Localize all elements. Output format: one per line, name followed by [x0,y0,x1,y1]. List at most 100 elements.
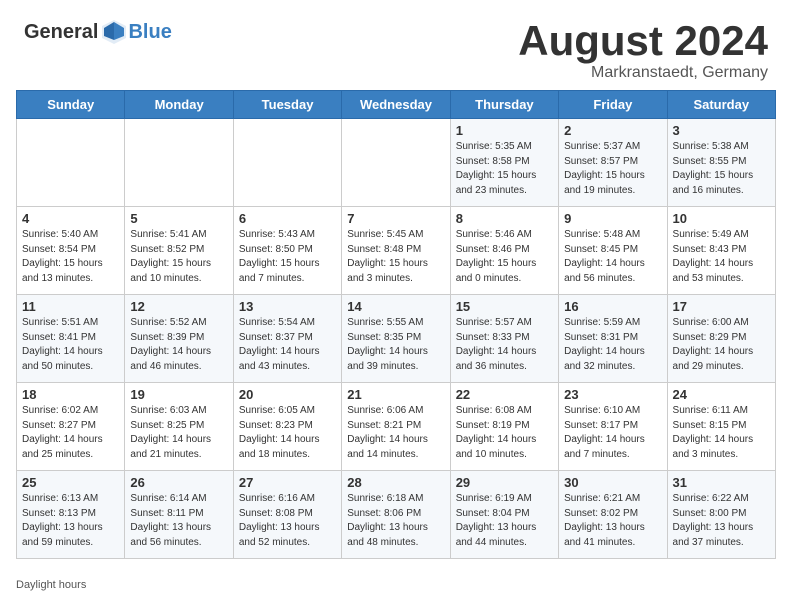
day-number: 2 [564,123,661,138]
day-cell: 4 Sunrise: 5:40 AM Sunset: 8:54 PM Daylig… [17,207,125,295]
week-row-2: 4 Sunrise: 5:40 AM Sunset: 8:54 PM Daylig… [17,207,776,295]
logo-blue-text: Blue [128,21,171,44]
day-info: Sunrise: 5:48 AM Sunset: 8:45 PM Dayligh… [564,228,661,286]
day-number: 15 [456,299,553,314]
day-cell: 13 Sunrise: 5:54 AM Sunset: 8:37 PM Dayli… [233,295,341,383]
day-number: 31 [673,475,770,490]
day-number: 28 [347,475,444,490]
day-cell: 29 Sunrise: 6:19 AM Sunset: 8:04 PM Dayli… [450,471,558,559]
day-cell: 15 Sunrise: 5:57 AM Sunset: 8:33 PM Dayli… [450,295,558,383]
day-info: Sunrise: 6:16 AM Sunset: 8:08 PM Dayligh… [239,492,336,550]
day-info: Sunrise: 6:11 AM Sunset: 8:15 PM Dayligh… [673,404,770,462]
day-number: 18 [22,387,119,402]
day-cell: 19 Sunrise: 6:03 AM Sunset: 8:25 PM Dayli… [125,383,233,471]
day-info: Sunrise: 6:13 AM Sunset: 8:13 PM Dayligh… [22,492,119,550]
footer: Daylight hours [0,575,792,599]
day-cell: 24 Sunrise: 6:11 AM Sunset: 8:15 PM Dayli… [667,383,775,471]
logo: General Blue [24,18,172,46]
day-info: Sunrise: 6:21 AM Sunset: 8:02 PM Dayligh… [564,492,661,550]
day-info: Sunrise: 5:35 AM Sunset: 8:58 PM Dayligh… [456,140,553,198]
day-info: Sunrise: 5:45 AM Sunset: 8:48 PM Dayligh… [347,228,444,286]
day-number: 14 [347,299,444,314]
week-row-1: 1 Sunrise: 5:35 AM Sunset: 8:58 PM Daylig… [17,119,776,207]
day-info: Sunrise: 5:54 AM Sunset: 8:37 PM Dayligh… [239,316,336,374]
day-number: 19 [130,387,227,402]
weekday-row: SundayMondayTuesdayWednesdayThursdayFrid… [17,91,776,119]
day-info: Sunrise: 6:10 AM Sunset: 8:17 PM Dayligh… [564,404,661,462]
day-info: Sunrise: 6:03 AM Sunset: 8:25 PM Dayligh… [130,404,227,462]
day-number: 16 [564,299,661,314]
calendar-table: SundayMondayTuesdayWednesdayThursdayFrid… [16,90,776,559]
day-info: Sunrise: 5:55 AM Sunset: 8:35 PM Dayligh… [347,316,444,374]
day-info: Sunrise: 5:57 AM Sunset: 8:33 PM Dayligh… [456,316,553,374]
day-cell [342,119,450,207]
day-number: 8 [456,211,553,226]
day-cell: 16Sunrise: 5:59 AM Sunset: 8:31 PM Dayli… [559,295,667,383]
day-cell: 30Sunrise: 6:21 AM Sunset: 8:02 PM Dayli… [559,471,667,559]
day-number: 13 [239,299,336,314]
day-number: 4 [22,211,119,226]
day-info: Sunrise: 5:41 AM Sunset: 8:52 PM Dayligh… [130,228,227,286]
day-number: 25 [22,475,119,490]
day-number: 22 [456,387,553,402]
day-info: Sunrise: 6:19 AM Sunset: 8:04 PM Dayligh… [456,492,553,550]
day-info: Sunrise: 5:51 AM Sunset: 8:41 PM Dayligh… [22,316,119,374]
day-number: 26 [130,475,227,490]
day-cell: 5 Sunrise: 5:41 AM Sunset: 8:52 PM Daylig… [125,207,233,295]
week-row-3: 11 Sunrise: 5:51 AM Sunset: 8:41 PM Dayli… [17,295,776,383]
day-cell: 3 Sunrise: 5:38 AM Sunset: 8:55 PM Daylig… [667,119,775,207]
day-cell: 23 Sunrise: 6:10 AM Sunset: 8:17 PM Dayli… [559,383,667,471]
weekday-header-sunday: Sunday [17,91,125,119]
day-number: 23 [564,387,661,402]
page-header: General Blue August 2024 Markranstaedt, … [0,0,792,90]
day-cell: 25 Sunrise: 6:13 AM Sunset: 8:13 PM Dayli… [17,471,125,559]
day-number: 27 [239,475,336,490]
day-number: 29 [456,475,553,490]
day-cell: 18 Sunrise: 6:02 AM Sunset: 8:27 PM Dayli… [17,383,125,471]
day-cell: 14 Sunrise: 5:55 AM Sunset: 8:35 PM Dayli… [342,295,450,383]
day-info: Sunrise: 6:02 AM Sunset: 8:27 PM Dayligh… [22,404,119,462]
calendar-subtitle: Markranstaedt, Germany [518,64,768,82]
week-row-4: 18 Sunrise: 6:02 AM Sunset: 8:27 PM Dayli… [17,383,776,471]
day-cell: 7 Sunrise: 5:45 AM Sunset: 8:48 PM Daylig… [342,207,450,295]
calendar-body: 1 Sunrise: 5:35 AM Sunset: 8:58 PM Daylig… [17,119,776,559]
weekday-header-thursday: Thursday [450,91,558,119]
day-number: 11 [22,299,119,314]
weekday-header-wednesday: Wednesday [342,91,450,119]
day-info: Sunrise: 6:00 AM Sunset: 8:29 PM Dayligh… [673,316,770,374]
calendar-header: SundayMondayTuesdayWednesdayThursdayFrid… [17,91,776,119]
daylight-label: Daylight hours [16,579,86,591]
day-cell: 21Sunrise: 6:06 AM Sunset: 8:21 PM Dayli… [342,383,450,471]
calendar-title: August 2024 [518,18,768,64]
day-number: 12 [130,299,227,314]
week-row-5: 25 Sunrise: 6:13 AM Sunset: 8:13 PM Dayli… [17,471,776,559]
day-info: Sunrise: 5:43 AM Sunset: 8:50 PM Dayligh… [239,228,336,286]
day-cell [233,119,341,207]
day-info: Sunrise: 5:37 AM Sunset: 8:57 PM Dayligh… [564,140,661,198]
day-cell: 31 Sunrise: 6:22 AM Sunset: 8:00 PM Dayli… [667,471,775,559]
day-info: Sunrise: 6:14 AM Sunset: 8:11 PM Dayligh… [130,492,227,550]
day-cell: 6Sunrise: 5:43 AM Sunset: 8:50 PM Daylig… [233,207,341,295]
weekday-header-saturday: Saturday [667,91,775,119]
day-number: 24 [673,387,770,402]
day-number: 10 [673,211,770,226]
day-cell [125,119,233,207]
day-number: 17 [673,299,770,314]
day-number: 3 [673,123,770,138]
day-number: 1 [456,123,553,138]
day-info: Sunrise: 5:38 AM Sunset: 8:55 PM Dayligh… [673,140,770,198]
day-cell: 22 Sunrise: 6:08 AM Sunset: 8:19 PM Dayli… [450,383,558,471]
day-number: 5 [130,211,227,226]
day-cell: 27 Sunrise: 6:16 AM Sunset: 8:08 PM Dayli… [233,471,341,559]
day-info: Sunrise: 6:08 AM Sunset: 8:19 PM Dayligh… [456,404,553,462]
day-number: 21 [347,387,444,402]
logo-general-text: General [24,21,98,44]
logo-icon [100,18,128,46]
day-number: 20 [239,387,336,402]
day-number: 7 [347,211,444,226]
day-info: Sunrise: 6:05 AM Sunset: 8:23 PM Dayligh… [239,404,336,462]
day-info: Sunrise: 5:49 AM Sunset: 8:43 PM Dayligh… [673,228,770,286]
day-info: Sunrise: 6:22 AM Sunset: 8:00 PM Dayligh… [673,492,770,550]
day-info: Sunrise: 5:40 AM Sunset: 8:54 PM Dayligh… [22,228,119,286]
day-cell: 28Sunrise: 6:18 AM Sunset: 8:06 PM Dayli… [342,471,450,559]
